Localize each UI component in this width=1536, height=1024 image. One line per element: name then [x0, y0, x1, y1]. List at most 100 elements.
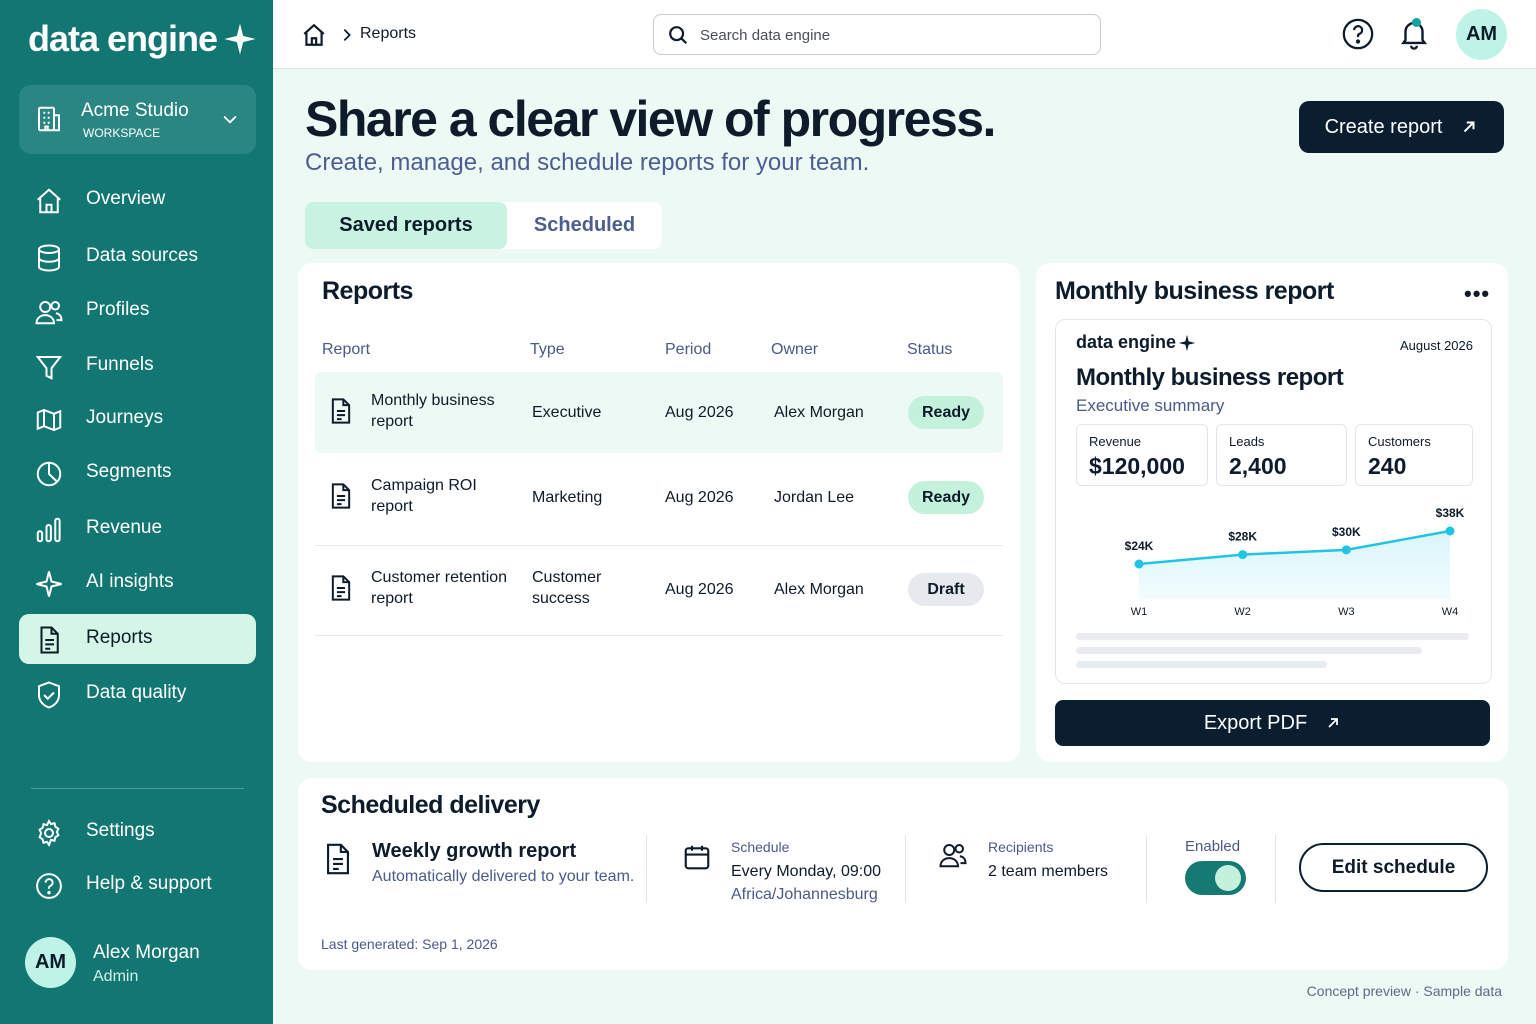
- user-name: Alex Morgan: [93, 942, 200, 963]
- workspace-label: WORKSPACE: [83, 126, 161, 140]
- tab-scheduled[interactable]: Scheduled: [507, 202, 662, 249]
- report-name: Customer retention report: [371, 569, 508, 607]
- sidebar-item-segments[interactable]: Segments: [19, 448, 256, 498]
- report-period: Aug 2026: [665, 581, 734, 598]
- user-role: Admin: [93, 968, 139, 985]
- placeholder-line: [1076, 633, 1469, 640]
- report-type: Marketing: [532, 489, 603, 506]
- placeholder-line: [1076, 661, 1327, 668]
- chevron-right-icon: [343, 29, 351, 41]
- sidebar-item-ai-insights[interactable]: AI insights: [19, 558, 256, 608]
- workspace-switcher[interactable]: Acme Studio WORKSPACE: [19, 85, 256, 154]
- chart-data-label: $24K: [1125, 539, 1154, 553]
- more-options-icon[interactable]: •••: [1464, 281, 1490, 307]
- row-divider: [315, 635, 1003, 636]
- sparkle-logo-icon: [224, 23, 256, 55]
- users-icon: [35, 301, 63, 325]
- help-icon[interactable]: [1341, 17, 1375, 51]
- enabled-label: Enabled: [1185, 838, 1241, 855]
- table-row[interactable]: Campaign ROI report Marketing Aug 2026 J…: [315, 457, 1003, 546]
- sidebar-item-label: Settings: [86, 820, 155, 841]
- sidebar-item-label: Revenue: [86, 517, 163, 538]
- sidebar-item-label: Overview: [86, 188, 166, 209]
- reports-card: Reports Report Type Period Owner Status …: [298, 263, 1020, 762]
- page-title: Share a clear view of progress.: [305, 91, 996, 147]
- sidebar-item-help-support[interactable]: Help & support: [19, 860, 256, 910]
- funnel-icon: [35, 356, 63, 380]
- sidebar-item-journeys[interactable]: Journeys: [19, 394, 256, 444]
- logo[interactable]: data engine: [28, 18, 257, 60]
- create-report-button[interactable]: Create report: [1299, 101, 1504, 153]
- toggle-knob: [1215, 865, 1241, 891]
- home-icon[interactable]: [301, 22, 327, 48]
- preview-report-subtitle: Executive summary: [1076, 396, 1225, 415]
- notification-dot: [1412, 18, 1421, 27]
- revenue-trend-chart: $24K W1 $28K W2 $30K W3 $38K W4: [1125, 506, 1465, 618]
- preview-brand-text: data engine: [1076, 332, 1177, 352]
- search-icon: [669, 26, 688, 45]
- edit-schedule-button[interactable]: Edit schedule: [1299, 843, 1488, 892]
- sidebar-item-label: AI insights: [86, 571, 174, 592]
- report-preview-card: Monthly business report ••• data engine …: [1036, 263, 1508, 762]
- avatar[interactable]: AM: [1456, 9, 1507, 60]
- search-input[interactable]: [700, 24, 1080, 46]
- sidebar-item-label: Journeys: [86, 407, 164, 428]
- table-row[interactable]: Monthly business report Executive Aug 20…: [315, 372, 1003, 453]
- metric-value: 240: [1368, 453, 1407, 479]
- status-badge: Draft: [908, 573, 984, 606]
- sidebar-item-settings[interactable]: Settings: [19, 807, 256, 857]
- sidebar-item-revenue[interactable]: Revenue: [19, 504, 256, 554]
- status-badge: Ready: [908, 481, 984, 514]
- sidebar-item-reports[interactable]: Reports: [19, 614, 256, 664]
- chart-point: [1238, 550, 1248, 560]
- scheduled-title: Scheduled delivery: [321, 791, 540, 819]
- building-icon: [38, 106, 60, 132]
- document-icon: [331, 483, 351, 509]
- bar-chart-icon: [36, 517, 61, 543]
- users-icon: [939, 844, 967, 868]
- sidebar-item-label: Reports: [86, 627, 153, 648]
- sidebar-item-profiles[interactable]: Profiles: [19, 286, 256, 336]
- arrow-up-right-icon: [1464, 121, 1475, 133]
- chevron-down-icon: [223, 115, 237, 124]
- metric-value: $120,000: [1089, 453, 1185, 479]
- schedule-timezone: Africa/Johannesburg: [731, 886, 878, 903]
- export-pdf-button[interactable]: Export PDF: [1055, 700, 1490, 746]
- sidebar: data engine Acme Studio WORKSPACE Overvi…: [0, 0, 273, 1024]
- export-pdf-label: Export PDF: [1203, 711, 1308, 734]
- divider: [646, 835, 647, 903]
- last-generated: Last generated: Sep 1, 2026: [321, 936, 498, 952]
- table-row[interactable]: Customer retention report Customer succe…: [315, 546, 1003, 636]
- chart-x-tick-label: W3: [1338, 606, 1355, 618]
- chart-x-tick-label: W1: [1131, 606, 1148, 618]
- sidebar-item-label: Profiles: [86, 299, 150, 320]
- preview-title: Monthly business report: [1055, 277, 1334, 305]
- sidebar-item-label: Segments: [86, 461, 172, 482]
- sidebar-item-label: Help & support: [86, 873, 212, 894]
- sidebar-item-data-quality[interactable]: Data quality: [19, 669, 256, 719]
- tab-saved-reports[interactable]: Saved reports: [305, 202, 507, 249]
- report-owner: Jordan Lee: [774, 489, 855, 506]
- sidebar-item-funnels[interactable]: Funnels: [19, 341, 256, 391]
- metric-leads: Leads 2,400: [1216, 424, 1347, 486]
- report-owner: Alex Morgan: [774, 581, 864, 598]
- divider: [1146, 835, 1147, 903]
- shield-check-icon: [38, 681, 60, 709]
- divider: [905, 835, 906, 903]
- report-type: Executive: [532, 404, 602, 421]
- enabled-toggle[interactable]: [1185, 861, 1246, 895]
- notifications-button[interactable]: [1397, 15, 1431, 56]
- breadcrumb[interactable]: Reports: [360, 25, 416, 43]
- sidebar-item-overview[interactable]: Overview: [19, 175, 256, 225]
- column-header-report: Report: [322, 341, 371, 358]
- chart-x-tick-label: W4: [1442, 606, 1459, 618]
- column-header-period: Period: [665, 341, 712, 358]
- preview-date: August 2026: [1399, 338, 1473, 353]
- sidebar-item-data-sources[interactable]: Data sources: [19, 232, 256, 282]
- chart-point: [1341, 545, 1351, 555]
- scheduled-report-desc: Automatically delivered to your team.: [372, 868, 635, 885]
- report-tabs: Saved reports Scheduled: [305, 202, 662, 249]
- preview-brand: data engine: [1076, 332, 1196, 353]
- journey-icon: [36, 408, 62, 432]
- document-icon: [331, 398, 351, 424]
